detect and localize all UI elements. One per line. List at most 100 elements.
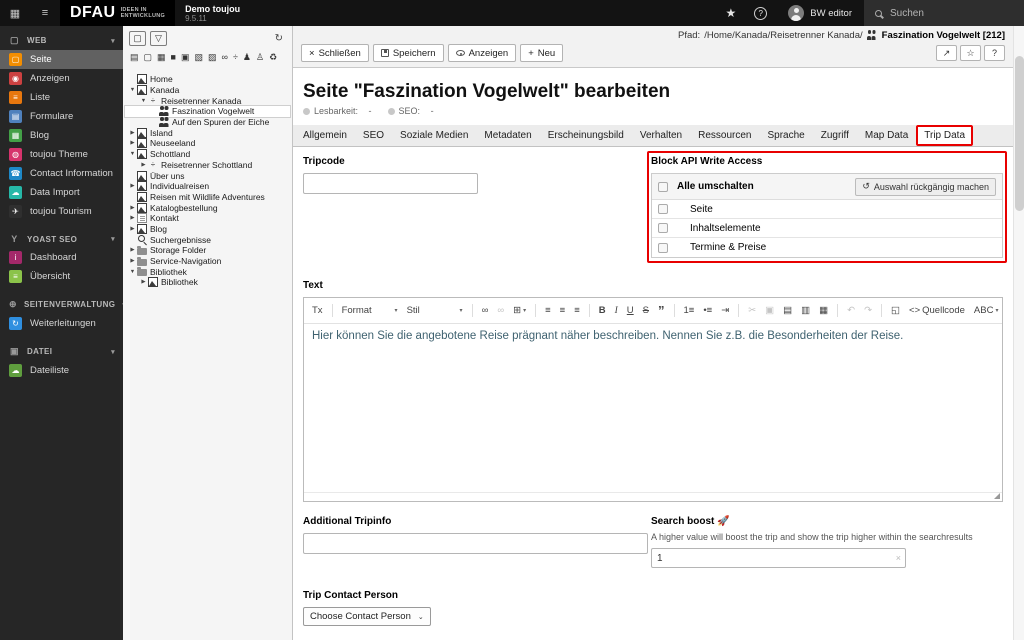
spellcheck-button[interactable]: ABC ▾ <box>971 303 1002 318</box>
sidebar-item-seite[interactable]: ▢ Seite <box>0 50 123 69</box>
format-select[interactable]: Format ▾ <box>339 303 401 318</box>
bold-button[interactable]: B <box>596 303 609 318</box>
tree-item[interactable]: Über uns <box>125 170 290 181</box>
module-section-header[interactable]: ▢ WEB ▾ <box>0 31 123 50</box>
tab-verhalten[interactable]: Verhalten <box>632 125 690 146</box>
tree-caret-icon[interactable]: ▶ <box>128 183 137 189</box>
link-icon[interactable]: ∞ <box>479 303 492 318</box>
contact-person-select[interactable]: Choose Contact Person ⌄ <box>303 607 431 626</box>
filter-icon[interactable]: ▽ <box>150 31 167 46</box>
tree-caret-icon[interactable]: ▼ <box>139 98 148 104</box>
sidebar-item--bersicht[interactable]: ≡ Übersicht <box>0 267 123 286</box>
tree-item[interactable]: ▶ Blog <box>125 223 290 235</box>
tree-item[interactable]: ▶ Katalogbestellung <box>125 202 290 213</box>
paste-word-icon[interactable]: ▦ <box>816 303 831 318</box>
tree-item[interactable]: Reisen mit Wildlife Adventures <box>125 191 290 203</box>
ordered-list-button[interactable]: 1≡ <box>681 303 698 318</box>
sidebar-item-dateiliste[interactable]: ☁ Dateiliste <box>0 361 123 380</box>
sidebar-item-blog[interactable]: ▦ Blog <box>0 126 123 145</box>
tree-caret-icon[interactable]: ▼ <box>128 151 137 157</box>
align-right-icon[interactable]: ≡ <box>571 303 583 318</box>
table-icon[interactable]: ⊞ ▾ <box>510 303 529 318</box>
tripcode-input[interactable] <box>303 173 478 194</box>
blockquote-button[interactable]: ” <box>655 301 668 320</box>
tree-item[interactable]: ▶ Island <box>125 127 290 138</box>
unordered-list-button[interactable]: •≡ <box>700 303 715 318</box>
style-select[interactable]: Stil ▾ <box>404 303 466 318</box>
resize-handle[interactable] <box>994 493 1000 499</box>
rte-content[interactable]: Hier können Sie die angebotene Reise prä… <box>304 324 1002 492</box>
align-center-icon[interactable]: ≡ <box>557 303 569 318</box>
tree-item[interactable]: Home <box>125 74 290 85</box>
tree-item[interactable]: ▶ ÷ Reisetrenner Schottland <box>125 160 290 171</box>
tree-item[interactable]: ▶ Storage Folder <box>125 245 290 256</box>
new-group-page-icon[interactable]: ♟ <box>243 52 251 62</box>
paste-icon[interactable]: ▤ <box>780 303 795 318</box>
revert-selection-button[interactable]: ↺ Auswahl rückgängig machen <box>855 177 996 196</box>
tree-caret-icon[interactable]: ▶ <box>128 247 137 253</box>
help-button[interactable]: ? <box>984 45 1005 61</box>
tab-seo[interactable]: SEO <box>355 125 392 146</box>
user-menu[interactable]: BW editor <box>776 0 864 26</box>
paste-text-icon[interactable]: ▥ <box>798 303 813 318</box>
new-divider-icon[interactable]: ÷ <box>233 52 238 62</box>
module-section-header[interactable]: Y YOAST SEO ▾ <box>0 230 123 248</box>
tab-soziale-medien[interactable]: Soziale Medien <box>392 125 476 146</box>
sidebar-item-data-import[interactable]: ☁ Data Import <box>0 183 123 202</box>
tab-map-data[interactable]: Map Data <box>857 125 916 146</box>
view-button[interactable]: Anzeigen <box>447 44 517 62</box>
additional-tripinfo-input[interactable] <box>303 533 648 554</box>
checkbox[interactable] <box>658 204 668 214</box>
tree-item[interactable]: Faszination Vogelwelt <box>124 105 291 118</box>
maximize-icon[interactable]: ◱ <box>888 303 903 318</box>
sidebar-item-weiterleitungen[interactable]: ↻ Weiterleitungen <box>0 314 123 333</box>
toggle-all-checkbox[interactable] <box>658 181 668 192</box>
unlink-icon[interactable]: ∞ <box>494 303 507 318</box>
scrollbar-thumb[interactable] <box>1015 56 1024 211</box>
tree-caret-icon[interactable]: ▶ <box>139 279 148 285</box>
tree-caret-icon[interactable]: ▶ <box>128 205 137 211</box>
pagetree-toggle-icon[interactable]: ≡ <box>30 0 60 26</box>
new-mountpoint-icon[interactable]: ■ <box>171 52 176 62</box>
tab-zugriff[interactable]: Zugriff <box>813 125 857 146</box>
tree-caret-icon[interactable]: ▶ <box>128 140 137 146</box>
search-input[interactable]: Suchen <box>864 0 1024 26</box>
sidebar-item-anzeigen[interactable]: ◉ Anzeigen <box>0 69 123 88</box>
tree-caret-icon[interactable]: ▼ <box>128 269 137 275</box>
tree-item[interactable]: ▼ Schottland <box>125 149 290 160</box>
tree-item[interactable]: ▶ Bibliothek <box>125 277 290 288</box>
open-new-window-icon[interactable]: ↗ <box>936 45 957 61</box>
sidebar-item-contact-information[interactable]: ☎ Contact Information <box>0 164 123 183</box>
tree-item[interactable]: ▼ ÷ Reisetrenner Kanada <box>125 95 290 106</box>
tab-metadaten[interactable]: Metadaten <box>476 125 539 146</box>
sidebar-item-toujou-tourism[interactable]: ✈ toujou Tourism <box>0 202 123 221</box>
cut-icon[interactable]: ✂ <box>745 303 759 318</box>
save-button[interactable]: Speichern <box>372 44 444 62</box>
underline-button[interactable]: U <box>624 303 637 318</box>
italic-button[interactable]: I <box>612 304 621 318</box>
tree-caret-icon[interactable]: ▶ <box>139 162 148 168</box>
indent-button[interactable]: ⇥ <box>718 303 732 318</box>
new-site-page-icon[interactable]: ▤ <box>130 52 139 62</box>
new-button[interactable]: + Neu <box>520 44 564 62</box>
close-button[interactable]: × Schließen <box>301 44 369 62</box>
tree-item[interactable]: ▼ Kanada <box>125 85 290 96</box>
checkbox[interactable] <box>658 223 668 233</box>
tree-caret-icon[interactable]: ▶ <box>128 226 137 232</box>
tree-caret-icon[interactable]: ▶ <box>128 130 137 136</box>
tree-item[interactable]: ▶ Service-Navigation <box>125 256 290 267</box>
tree-caret-icon[interactable]: ▶ <box>128 215 137 221</box>
new-page-icon[interactable]: ▢ <box>144 52 153 62</box>
tab-ressourcen[interactable]: Ressourcen <box>690 125 759 146</box>
tree-caret-icon[interactable]: ▶ <box>128 258 137 264</box>
new-folder-icon[interactable]: ▧ <box>195 52 204 62</box>
module-section-header[interactable]: ▣ DATEI ▾ <box>0 342 123 361</box>
sidebar-item-toujou-theme[interactable]: ◍ toujou Theme <box>0 145 123 164</box>
strike-button[interactable]: S <box>640 303 652 318</box>
remove-format-button[interactable]: Tx <box>309 303 326 318</box>
tree-item[interactable]: ▶ Neuseeland <box>125 138 290 149</box>
help-icon[interactable]: ? <box>754 6 768 20</box>
new-page-button[interactable]: ▢ <box>129 31 146 46</box>
source-button[interactable]: <> Quellcode <box>906 303 968 318</box>
checkbox[interactable] <box>658 242 668 253</box>
